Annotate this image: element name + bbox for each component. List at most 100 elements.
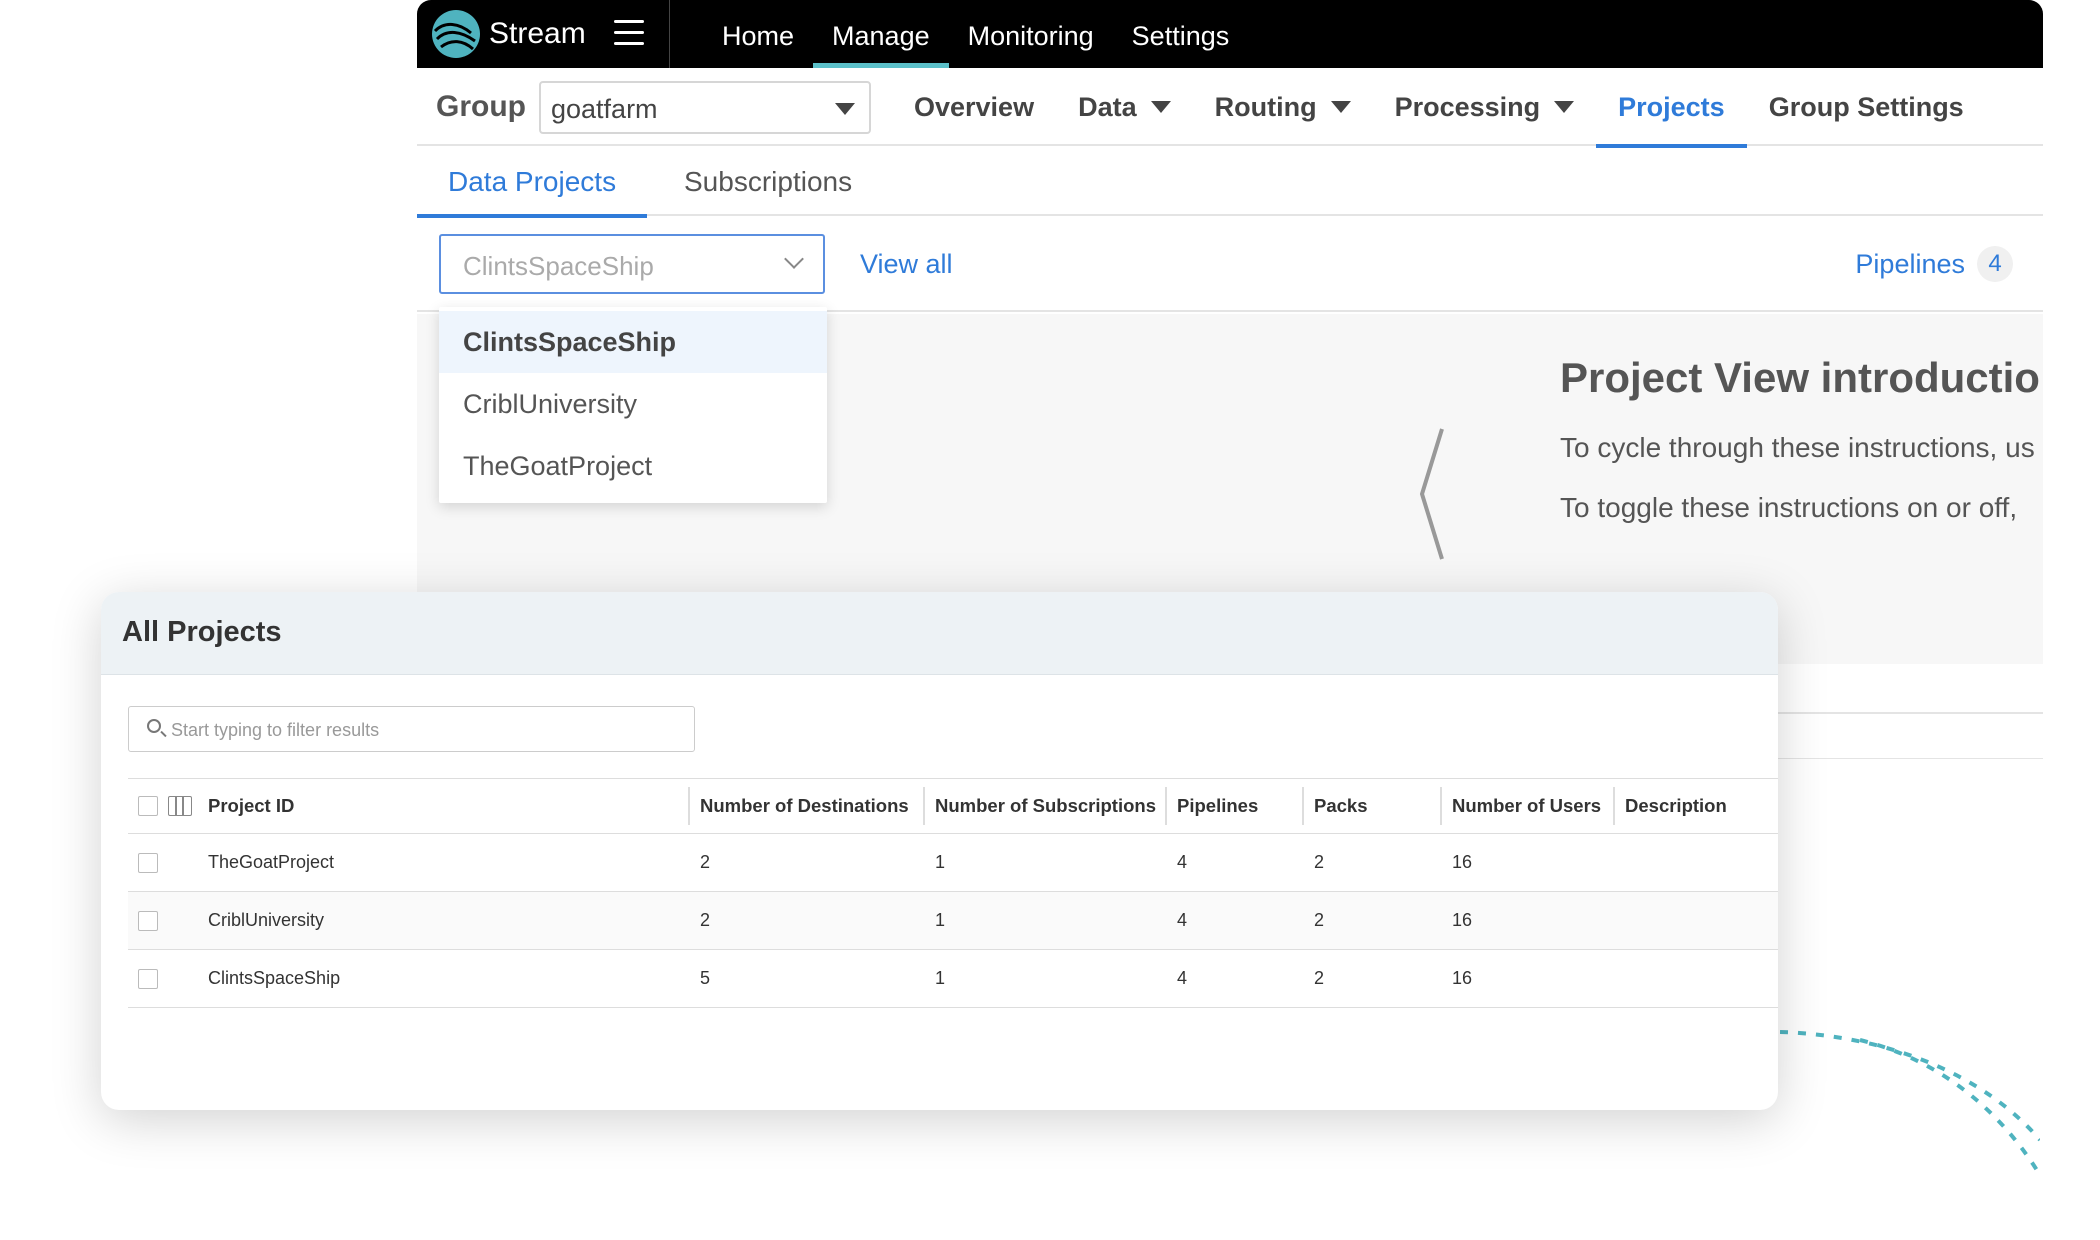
row-checkbox-cell	[128, 950, 158, 1007]
chevron-down-icon	[784, 249, 804, 269]
tab-projects[interactable]: Projects	[1596, 68, 1747, 148]
row-checkbox[interactable]	[138, 968, 158, 989]
cell-destinations: 2	[700, 910, 711, 930]
topnav-home[interactable]: Home	[703, 0, 813, 68]
project-dropdown-menu: ClintsSpaceShip CriblUniversity TheGoatP…	[439, 307, 827, 503]
topnav-manage[interactable]: Manage	[813, 0, 949, 68]
cell-subscriptions: 1	[935, 910, 946, 930]
table-row[interactable]: CriblUniversity 2 1 4 2 16	[128, 892, 1778, 950]
cell-users: 16	[1452, 968, 1473, 988]
dropdown-option[interactable]: CriblUniversity	[439, 373, 827, 435]
cell-project-id: ClintsSpaceShip	[208, 968, 341, 988]
intro-line-1: To cycle through these instructions, us	[1560, 432, 2035, 463]
row-checkbox-cell	[128, 892, 158, 949]
cell-users: 16	[1452, 910, 1473, 930]
stage: Stream Home Manage Monitoring Settings G…	[0, 0, 2100, 1240]
filter-input[interactable]: Start typing to filter results	[128, 706, 695, 752]
dropdown-option[interactable]: ClintsSpaceShip	[439, 311, 827, 373]
cell-packs: 2	[1314, 968, 1325, 988]
chevron-left-icon[interactable]	[1407, 424, 1477, 564]
tab-overview[interactable]: Overview	[892, 68, 1056, 146]
table-row[interactable]: ClintsSpaceShip 5 1 4 2 16	[128, 950, 1778, 1008]
cell-pipelines: 4	[1177, 910, 1188, 930]
tab-data-label: Data	[1078, 92, 1137, 122]
pipelines-label: Pipelines	[1855, 248, 1965, 279]
caret-down-icon	[835, 103, 855, 115]
pipelines-link[interactable]: Pipelines 4	[1855, 246, 2013, 282]
tab-routing[interactable]: Routing	[1193, 68, 1373, 146]
tab-overview-label: Overview	[914, 92, 1035, 122]
tab-data[interactable]: Data	[1056, 68, 1193, 146]
brand-name: Stream	[489, 17, 586, 50]
cell-description	[1613, 834, 1625, 891]
top-bar: Stream Home Manage Monitoring Settings	[417, 0, 2043, 68]
select-all-checkbox[interactable]	[138, 796, 158, 816]
topbar-divider	[669, 0, 670, 68]
project-toolbar: ClintsSpaceShip View all Pipelines 4	[417, 216, 2043, 312]
top-nav: Home Manage Monitoring Settings	[703, 0, 1248, 68]
card-header: All Projects	[101, 592, 1778, 675]
intro-line-2: To toggle these instructions on or off,	[1560, 492, 2018, 523]
project-select-value: ClintsSpaceShip	[463, 251, 654, 281]
tab-processing-label: Processing	[1394, 92, 1541, 122]
divider	[1747, 712, 2043, 714]
cell-destinations: 5	[700, 968, 711, 988]
cell-project-id: CriblUniversity	[208, 910, 325, 930]
projects-table: Project ID Number of Destinations Number…	[128, 778, 1778, 1008]
caret-down-icon	[1554, 101, 1575, 113]
tab-processing[interactable]: Processing	[1373, 68, 1597, 146]
subtab-subscriptions[interactable]: Subscriptions	[653, 146, 883, 216]
col-packs[interactable]: Packs	[1302, 779, 1368, 833]
cell-destinations: 2	[700, 852, 711, 872]
card-title: All Projects	[122, 616, 282, 648]
group-nav: Overview Data Routing Processing Project…	[892, 68, 1986, 148]
cell-packs: 2	[1314, 852, 1325, 872]
col-subscriptions[interactable]: Number of Subscriptions	[923, 779, 1156, 833]
col-pipelines[interactable]: Pipelines	[1165, 779, 1258, 833]
columns-icon[interactable]	[168, 796, 192, 816]
cell-subscriptions: 1	[935, 852, 946, 872]
group-label: Group	[436, 90, 526, 123]
group-bar: Group goatfarm Overview Data Routing Pro…	[417, 68, 2043, 148]
col-project-id[interactable]: Project ID	[196, 779, 294, 833]
tab-group-settings[interactable]: Group Settings	[1747, 68, 1986, 146]
tab-projects-label: Projects	[1618, 92, 1725, 122]
cell-description	[1613, 892, 1625, 949]
col-description[interactable]: Description	[1613, 779, 1727, 833]
cell-project-id: TheGoatProject	[208, 852, 335, 872]
search-icon	[147, 719, 161, 733]
topnav-settings[interactable]: Settings	[1113, 0, 1249, 68]
all-projects-card: All Projects Start typing to filter resu…	[101, 592, 1778, 1110]
tab-routing-label: Routing	[1214, 92, 1317, 122]
dropdown-option[interactable]: TheGoatProject	[439, 435, 827, 497]
project-select[interactable]: ClintsSpaceShip	[439, 234, 825, 294]
group-select-value: goatfarm	[551, 94, 658, 124]
cell-description	[1613, 950, 1625, 1007]
pipelines-count-badge: 4	[1977, 246, 2013, 282]
stream-logo-icon	[432, 10, 480, 58]
row-checkbox-cell	[128, 834, 158, 891]
col-destinations[interactable]: Number of Destinations	[688, 779, 909, 833]
cell-users: 16	[1452, 852, 1473, 872]
hamburger-menu-icon[interactable]	[614, 20, 644, 46]
row-checkbox[interactable]	[138, 852, 158, 873]
col-users[interactable]: Number of Users	[1440, 779, 1601, 833]
group-select[interactable]: goatfarm	[539, 81, 871, 134]
table-row[interactable]: TheGoatProject 2 1 4 2 16	[128, 834, 1778, 892]
cell-pipelines: 4	[1177, 968, 1188, 988]
filter-placeholder: Start typing to filter results	[171, 720, 380, 740]
tab-group-settings-label: Group Settings	[1768, 92, 1964, 122]
subtab-data-projects[interactable]: Data Projects	[417, 146, 648, 218]
select-all-cell	[128, 779, 192, 833]
row-checkbox[interactable]	[138, 910, 158, 931]
caret-down-icon	[1150, 101, 1171, 113]
caret-down-icon	[1330, 101, 1351, 113]
table-header-row: Project ID Number of Destinations Number…	[128, 778, 1778, 834]
cell-subscriptions: 1	[935, 968, 946, 988]
view-all-link[interactable]: View all	[860, 249, 953, 280]
intro-title: Project View introductio	[1560, 354, 2040, 401]
decorative-arcs	[1780, 1030, 2040, 1177]
cell-packs: 2	[1314, 910, 1325, 930]
topnav-monitoring[interactable]: Monitoring	[949, 0, 1113, 68]
cell-pipelines: 4	[1177, 852, 1188, 872]
